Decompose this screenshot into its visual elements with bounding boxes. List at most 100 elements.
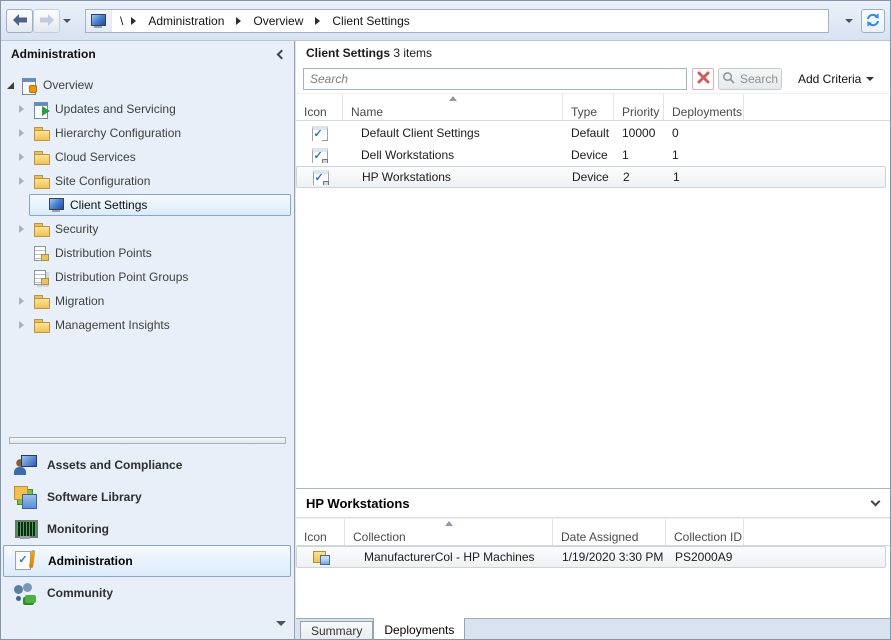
tree-item-label: Distribution Points <box>55 246 152 260</box>
results-pane: Client Settings 3 items Search Add Cri <box>296 41 891 640</box>
workspace-icon <box>13 517 37 541</box>
tree-item-icon <box>33 149 49 165</box>
workspace-button[interactable]: Community <box>1 577 293 609</box>
tree-item[interactable]: Cloud Services <box>1 145 293 169</box>
search-input[interactable] <box>303 68 687 90</box>
tree-item-label: Distribution Point Groups <box>55 270 188 284</box>
column-header-name[interactable]: Name <box>343 94 563 120</box>
tree-expander-icon[interactable] <box>19 225 33 233</box>
tab-deployments[interactable]: Deployments <box>373 618 465 640</box>
row-deployments: 1 <box>665 170 745 184</box>
row-priority: 10000 <box>614 126 664 140</box>
row-type: Default <box>563 126 614 140</box>
column-header-icon[interactable]: Icon <box>296 94 343 120</box>
collapse-sidebar-icon[interactable] <box>277 50 287 60</box>
deployment-row[interactable]: ManufacturerCol - HP Machines 1/19/2020 … <box>296 546 886 568</box>
caret-down-icon <box>845 19 853 23</box>
tree-expander-icon[interactable] <box>19 297 33 305</box>
clear-search-button[interactable] <box>692 68 714 90</box>
red-x-icon <box>697 71 710 87</box>
column-header-name-label: Name <box>351 105 383 119</box>
deployment-collection: ManufacturerCol - HP Machines <box>346 550 554 564</box>
top-toolbar: \ Administration Overview Client Setting… <box>1 1 890 41</box>
workspace-splitter-handle[interactable] <box>9 437 286 444</box>
breadcrumb-root[interactable]: \ <box>112 14 127 28</box>
tree-item[interactable]: Management Insights <box>1 313 293 337</box>
row-type: Device <box>563 148 614 162</box>
workspace-button[interactable]: Assets and Compliance <box>1 449 293 481</box>
tree-item-icon <box>33 101 49 117</box>
tree-item[interactable]: Overview <box>1 73 293 97</box>
tree-item[interactable]: Migration <box>1 289 293 313</box>
tree-item[interactable]: Client Settings <box>29 194 291 216</box>
detail-column-header-collection[interactable]: Collection <box>345 519 553 545</box>
sidebar-title: Administration <box>11 47 96 61</box>
detail-column-header-icon[interactable]: Icon <box>296 519 345 545</box>
tree-item[interactable]: Distribution Point Groups <box>1 265 293 289</box>
navigation-tree: Overview Updates and Servicing Hierarchy… <box>1 73 293 337</box>
tree-expander-icon[interactable] <box>19 177 33 185</box>
detail-column-header-collection-id[interactable]: Collection ID <box>666 519 744 545</box>
column-header-type[interactable]: Type <box>563 94 614 120</box>
search-button[interactable]: Search <box>718 68 782 90</box>
client-settings-row[interactable]: Dell Workstations Device 1 1 <box>296 144 891 166</box>
row-deployments: 0 <box>664 126 744 140</box>
tree-item[interactable]: Security <box>1 217 293 241</box>
tab-summary[interactable]: Summary <box>300 621 373 640</box>
configure-workspace-buttons-icon[interactable] <box>276 621 286 626</box>
collapse-detail-pane-icon[interactable] <box>871 497 881 507</box>
tree-item[interactable]: Hierarchy Configuration <box>1 121 293 145</box>
tree-item-icon <box>21 77 37 93</box>
tree-item[interactable]: Site Configuration <box>1 169 293 193</box>
workspace-icon <box>13 581 37 605</box>
tree-item-icon <box>33 317 49 333</box>
breadcrumb-item-overview[interactable]: Overview <box>245 14 311 28</box>
breadcrumb-separator-icon <box>315 17 320 25</box>
tree-item-icon <box>48 197 64 213</box>
tree-expander-icon[interactable] <box>19 105 33 113</box>
workspace-button[interactable]: Monitoring <box>1 513 293 545</box>
column-header-deployments[interactable]: Deployments <box>664 94 744 120</box>
client-settings-row[interactable]: HP Workstations Device 2 1 <box>296 166 886 188</box>
page-title-name: Client Settings <box>306 46 390 60</box>
tree-expander-icon[interactable] <box>19 321 33 329</box>
workspace-button[interactable]: Administration <box>3 545 291 577</box>
row-deployments: 1 <box>664 148 744 162</box>
workspace-button[interactable]: Software Library <box>1 481 293 513</box>
configuration-manager-window: \ Administration Overview Client Setting… <box>0 0 891 640</box>
tree-item[interactable]: Updates and Servicing <box>1 97 293 121</box>
client-settings-row[interactable]: Default Client Settings Default 10000 0 <box>296 122 891 144</box>
client-settings-item-icon <box>313 170 329 185</box>
back-button[interactable] <box>6 9 33 33</box>
tree-expander-icon[interactable] <box>19 153 33 161</box>
breadcrumb-item-administration[interactable]: Administration <box>140 14 232 28</box>
navigation-history-dropdown-icon[interactable] <box>63 19 71 23</box>
refresh-button[interactable] <box>861 9 885 33</box>
detail-title: HP Workstations <box>306 496 410 511</box>
workspace-buttons: Assets and Compliance Software Library M… <box>1 449 293 609</box>
workspace-icon <box>14 549 38 573</box>
workspace-icon <box>13 485 37 509</box>
tree-item-label: Hierarchy Configuration <box>55 126 181 140</box>
tree-item-label: Site Configuration <box>55 174 150 188</box>
sort-ascending-icon <box>449 96 457 101</box>
workspace-label: Assets and Compliance <box>47 458 182 472</box>
row-name: HP Workstations <box>344 170 564 184</box>
column-header-priority[interactable]: Priority <box>614 94 664 120</box>
detail-pane: HP Workstations Icon Collection Date Ass… <box>296 488 891 568</box>
address-dropdown-button[interactable] <box>839 11 859 31</box>
tree-expander-icon[interactable] <box>7 82 21 89</box>
breadcrumb-item-client-settings[interactable]: Client Settings <box>324 14 417 28</box>
tree-expander-icon[interactable] <box>19 129 33 137</box>
workspace-label: Software Library <box>47 490 142 504</box>
detail-column-header-date-assigned[interactable]: Date Assigned <box>553 519 666 545</box>
collection-icon <box>313 550 330 565</box>
add-criteria-button[interactable]: Add Criteria <box>798 72 874 86</box>
tree-item-icon <box>33 245 49 261</box>
breadcrumb-site-button[interactable] <box>86 10 112 32</box>
items-count: 3 items <box>393 46 432 60</box>
tree-item[interactable]: Distribution Points <box>1 241 293 265</box>
search-button-label: Search <box>740 72 778 86</box>
tree-item-label: Cloud Services <box>55 150 136 164</box>
forward-button[interactable] <box>33 9 60 33</box>
